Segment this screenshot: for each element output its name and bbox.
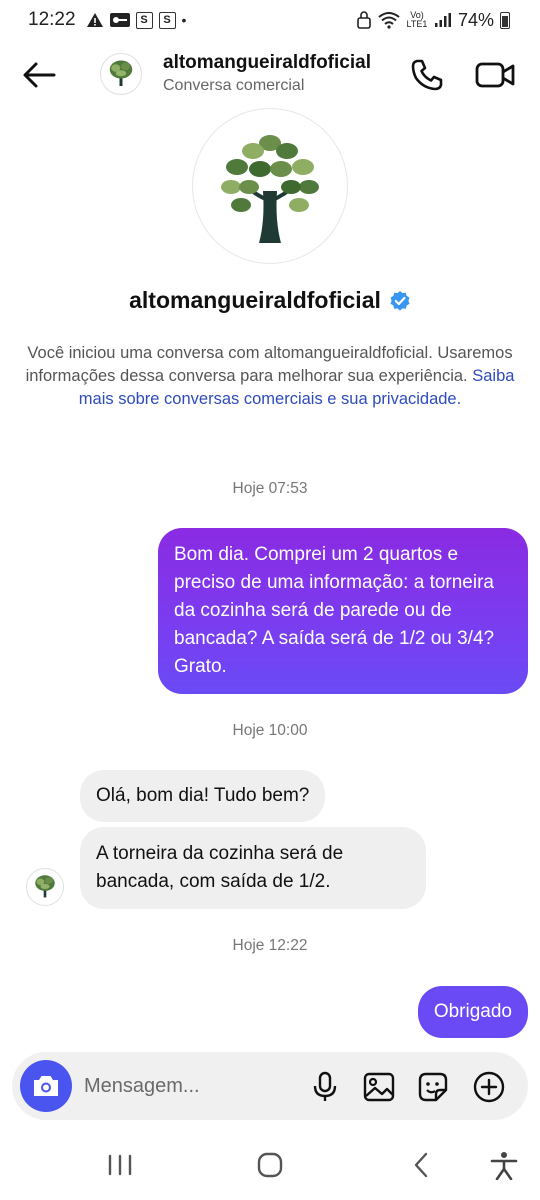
profile-name-row: altomangueiraldfoficial	[0, 287, 540, 314]
message-bubble-outgoing[interactable]: Obrigado	[417, 986, 528, 1038]
timestamp: Hoje 12:22	[232, 937, 308, 954]
back-arrow-icon[interactable]	[20, 56, 58, 94]
disclaimer-text: Você iniciou uma conversa com altomangue…	[25, 344, 513, 385]
camera-button[interactable]	[20, 1060, 72, 1112]
notification-badge-s: S	[158, 11, 176, 29]
phone-icon[interactable]	[408, 56, 446, 94]
avatar[interactable]	[100, 53, 142, 95]
message-bubble-outgoing[interactable]: Bom dia. Comprei um 2 quartos e preciso …	[158, 528, 528, 694]
timestamp: Hoje 10:00	[232, 722, 308, 739]
more-notifications-dot: •	[181, 12, 187, 28]
status-time: 12:22	[28, 9, 76, 30]
system-navigation-bar	[0, 1130, 540, 1200]
message-bubble-incoming[interactable]: Olá, bom dia! Tudo bem?	[80, 770, 326, 822]
image-icon[interactable]	[362, 1070, 396, 1104]
tree-logo-icon	[221, 135, 319, 243]
microphone-icon[interactable]	[308, 1070, 342, 1104]
conversation-disclaimer: Você iniciou uma conversa com altomangue…	[24, 342, 516, 411]
notification-badge-s: S	[135, 11, 153, 29]
signal-icon	[434, 13, 451, 27]
profile-avatar[interactable]	[192, 108, 348, 264]
battery-percent: 74%	[457, 9, 494, 30]
wifi-icon	[378, 12, 400, 29]
camera-icon	[34, 1076, 58, 1096]
message-composer	[12, 1052, 528, 1120]
profile-name[interactable]: altomangueiraldfoficial	[129, 287, 381, 314]
accessibility-icon[interactable]	[486, 1150, 522, 1180]
sender-avatar[interactable]	[26, 868, 64, 906]
key-icon	[109, 13, 130, 27]
nav-back-icon[interactable]	[404, 1150, 440, 1180]
network-label: Vo) LTE1	[406, 10, 428, 29]
plus-icon[interactable]	[472, 1070, 506, 1104]
warning-icon	[86, 13, 103, 27]
verified-badge-icon	[390, 290, 410, 311]
recents-icon[interactable]	[102, 1150, 138, 1180]
home-icon[interactable]	[252, 1150, 288, 1180]
message-input[interactable]	[84, 1072, 294, 1100]
conversation-type: Conversa comercial	[163, 77, 305, 94]
lock-recycle-icon	[357, 11, 371, 29]
battery-icon	[500, 11, 510, 29]
contact-name[interactable]: altomangueiraldfoficial	[163, 52, 385, 74]
sticker-icon[interactable]	[416, 1070, 450, 1104]
status-bar: 12:22 S S • Vo) LTE1 74%	[0, 0, 540, 40]
timestamp: Hoje 07:53	[232, 480, 308, 497]
tree-logo-icon	[109, 60, 133, 86]
message-bubble-incoming[interactable]: A torneira da cozinha será de bancada, c…	[80, 827, 426, 909]
chat-header: altomangueiraldfoficial Conversa comerci…	[0, 40, 540, 110]
tree-logo-icon	[35, 875, 55, 898]
video-camera-icon[interactable]	[474, 56, 516, 94]
